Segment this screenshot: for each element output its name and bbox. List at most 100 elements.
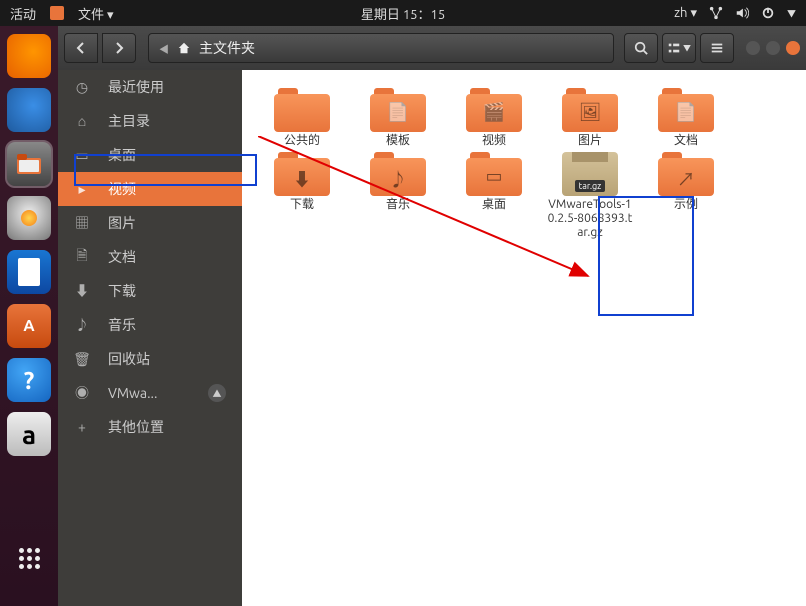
system-menu-chevron-icon[interactable]: ▼ bbox=[787, 7, 796, 20]
volume-icon[interactable] bbox=[735, 6, 749, 20]
file-item-examples[interactable]: ↗ 示例 bbox=[638, 152, 734, 240]
folder-icon: 🎬 bbox=[466, 88, 522, 132]
music-icon: ♪ bbox=[74, 317, 90, 333]
launcher-amazon[interactable] bbox=[7, 412, 51, 456]
files-window: ◀ 主文件夹 ▼ ◷最近使用⌂主目录▭桌面▸视频▦图片🗎文档⬇下载♪音乐🗑回收 bbox=[58, 26, 806, 606]
sidebar-item-desktop[interactable]: ▭ 桌面 bbox=[58, 138, 242, 172]
list-view-icon bbox=[667, 41, 681, 55]
sidebar-item-label: 下载 bbox=[108, 281, 136, 301]
sidebar-item-label: 回收站 bbox=[108, 349, 150, 369]
sidebar-item-recent[interactable]: ◷ 最近使用 bbox=[58, 70, 242, 104]
power-icon[interactable] bbox=[761, 6, 775, 20]
sidebar-item-vmware-media[interactable]: ◉ VMwa... ▲ bbox=[58, 376, 242, 410]
archive-icon: tar.gz bbox=[562, 152, 618, 196]
activities-button[interactable]: 活动 bbox=[10, 4, 36, 23]
file-item-templates[interactable]: 📄 模板 bbox=[350, 88, 446, 148]
hamburger-icon bbox=[710, 41, 724, 55]
sidebar-item-label: 音乐 bbox=[108, 315, 136, 335]
folder-icon bbox=[274, 88, 330, 132]
sidebar-item-label: 图片 bbox=[108, 213, 136, 233]
ime-indicator[interactable]: zh ▾ bbox=[674, 6, 697, 21]
clock-icon: ◷ bbox=[74, 79, 90, 95]
folder-icon: ↗ bbox=[658, 152, 714, 196]
forward-button[interactable] bbox=[102, 33, 136, 63]
file-item-vmwaretools-archive[interactable]: tar.gzVMwareTools-10.2.5-8068393.tar.gz bbox=[542, 152, 638, 240]
doc-icon: 🗎 bbox=[74, 249, 90, 265]
file-label: 文档 bbox=[674, 134, 698, 148]
network-icon[interactable] bbox=[709, 6, 723, 20]
launcher-show-apps[interactable] bbox=[7, 548, 51, 592]
chevron-right-icon bbox=[113, 42, 125, 54]
minimize-button[interactable] bbox=[746, 41, 760, 55]
file-label: 桌面 bbox=[482, 198, 506, 212]
file-label: 公共的 bbox=[284, 134, 320, 148]
hamburger-menu-button[interactable] bbox=[700, 33, 734, 63]
back-button[interactable] bbox=[64, 33, 98, 63]
sidebar-item-label: 其他位置 bbox=[108, 417, 164, 437]
file-item-public[interactable]: 公共的 bbox=[254, 88, 350, 148]
eject-icon[interactable]: ▲ bbox=[208, 384, 226, 402]
home-icon: ⌂ bbox=[74, 113, 90, 129]
file-label: 视频 bbox=[482, 134, 506, 148]
file-item-desktop[interactable]: ▭桌面 bbox=[446, 152, 542, 240]
sidebar-item-label: 桌面 bbox=[108, 145, 136, 165]
sidebar-item-pictures[interactable]: ▦ 图片 bbox=[58, 206, 242, 240]
launcher-thunderbird[interactable] bbox=[7, 88, 51, 132]
down-icon: ⬇ bbox=[74, 283, 90, 299]
file-label: 音乐 bbox=[386, 198, 410, 212]
launcher-dock bbox=[0, 26, 58, 606]
close-button[interactable] bbox=[786, 41, 800, 55]
trash-icon: 🗑 bbox=[74, 351, 90, 367]
file-item-videos[interactable]: 🎬 视频 bbox=[446, 88, 542, 148]
sidebar-item-downloads[interactable]: ⬇ 下载 bbox=[58, 274, 242, 308]
launcher-libreoffice-writer[interactable] bbox=[7, 250, 51, 294]
file-label: 示例 bbox=[674, 198, 698, 212]
image-icon: ▦ bbox=[74, 215, 90, 231]
maximize-button[interactable] bbox=[766, 41, 780, 55]
path-bar[interactable]: ◀ 主文件夹 bbox=[148, 33, 614, 63]
sidebar-item-documents[interactable]: 🗎文档 bbox=[58, 240, 242, 274]
file-item-pictures[interactable]: 🖼 图片 bbox=[542, 88, 638, 148]
disc-icon: ◉ bbox=[74, 385, 90, 401]
file-label: 模板 bbox=[386, 134, 410, 148]
folder-icon: 📄 bbox=[658, 88, 714, 132]
launcher-firefox[interactable] bbox=[7, 34, 51, 78]
sidebar-item-label: 最近使用 bbox=[108, 77, 164, 97]
search-icon bbox=[634, 41, 648, 55]
launcher-files[interactable] bbox=[7, 142, 51, 186]
app-menu[interactable]: 文件 ▾ bbox=[78, 4, 114, 23]
launcher-ubuntu-software[interactable] bbox=[7, 304, 51, 348]
header-bar: ◀ 主文件夹 ▼ bbox=[58, 26, 806, 70]
sidebar-item-videos[interactable]: ▸视频 bbox=[58, 172, 242, 206]
file-item-music[interactable]: ♪ 音乐 bbox=[350, 152, 446, 240]
home-icon bbox=[177, 41, 191, 55]
folder-icon: ▭ bbox=[74, 147, 90, 163]
chevron-left-icon bbox=[75, 42, 87, 54]
file-label: VMwareTools-10.2.5-8068393.tar.gz bbox=[547, 198, 633, 240]
file-item-documents[interactable]: 📄 文档 bbox=[638, 88, 734, 148]
sidebar-item-home[interactable]: ⌂主目录 bbox=[58, 104, 242, 138]
icon-view[interactable]: 公共的📄模板🎬视频🖼图片📄文档⬇下载♪音乐▭桌面tar.gzVMwareTool… bbox=[242, 70, 806, 606]
file-label: 下载 bbox=[290, 198, 314, 212]
sidebar-item-music[interactable]: ♪ 音乐 bbox=[58, 308, 242, 342]
places-sidebar: ◷ 最近使用 ⌂主目录 ▭ 桌面 ▸视频 ▦ 图片 🗎文档 ⬇ 下载 ♪ 音乐 🗑 回收站 ◉ VMwa... ▲… bbox=[58, 70, 242, 606]
sidebar-item-trash[interactable]: 🗑 回收站 bbox=[58, 342, 242, 376]
folder-icon: ♪ bbox=[370, 152, 426, 196]
folder-icon: 🖼 bbox=[562, 88, 618, 132]
sidebar-item-label: VMwa... bbox=[108, 385, 157, 401]
launcher-help[interactable] bbox=[7, 358, 51, 402]
launcher-rhythmbox[interactable] bbox=[7, 196, 51, 240]
file-item-downloads[interactable]: ⬇ 下载 bbox=[254, 152, 350, 240]
path-chevron-icon: ◀ bbox=[159, 41, 169, 56]
app-menu-icon bbox=[50, 6, 64, 20]
plus-icon: + bbox=[74, 419, 90, 435]
sidebar-item-other[interactable]: + 其他位置 bbox=[58, 410, 242, 444]
top-panel: 活动 文件 ▾ 星期日 15：15 zh ▾ ▼ bbox=[0, 0, 806, 26]
clock[interactable]: 星期日 15：15 bbox=[361, 4, 445, 23]
folder-icon: ⬇ bbox=[274, 152, 330, 196]
folder-icon: 📄 bbox=[370, 88, 426, 132]
search-button[interactable] bbox=[624, 33, 658, 63]
file-label: 图片 bbox=[578, 134, 602, 148]
location-label: 主文件夹 bbox=[199, 38, 255, 58]
view-toggle-button[interactable]: ▼ bbox=[662, 33, 696, 63]
